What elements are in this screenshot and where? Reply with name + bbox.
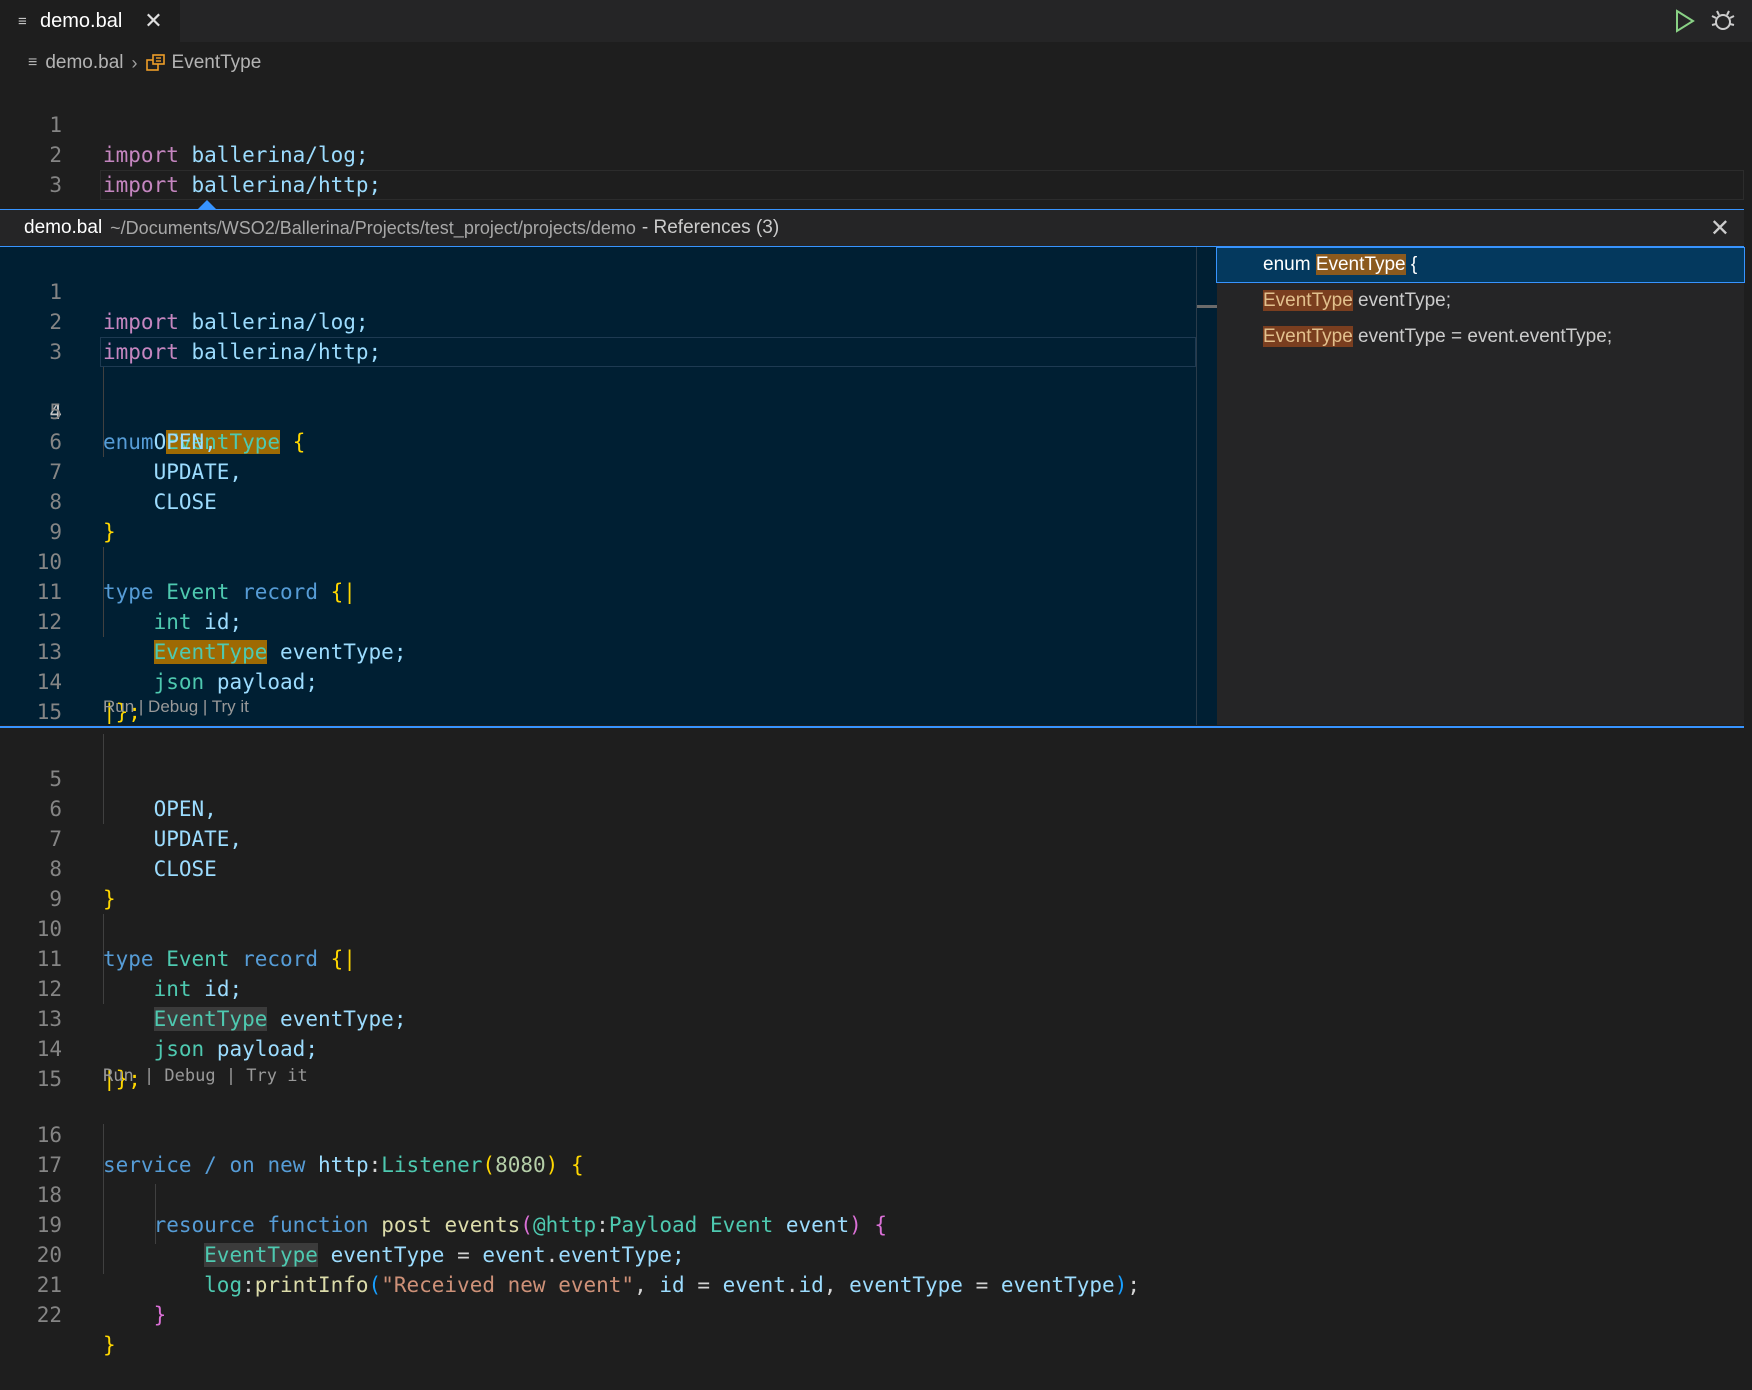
code-line: 13 json payload;	[0, 607, 1196, 694]
code-line: 8 }	[0, 457, 1196, 544]
code-line: 18 resource function post events(@http:P…	[0, 1150, 1744, 1237]
code-line: 1 import ballerina/log;	[0, 247, 1196, 334]
code-line: 3	[0, 140, 1744, 197]
code-line: 15	[0, 1034, 1744, 1091]
code-line: 9	[0, 854, 1744, 911]
code-line: 4 enum EventType {	[0, 170, 1744, 287]
current-line-highlight	[100, 337, 1196, 367]
breadcrumb-symbol[interactable]: EventType	[172, 52, 262, 74]
peek-file-path: ~/Documents/WSO2/Ballerina/Projects/test…	[110, 217, 636, 238]
editor-tab-demo-bal[interactable]: ≡ demo.bal ✕	[0, 0, 180, 42]
code-line: 6 UPDATE,	[0, 397, 1196, 484]
code-line: 6 UPDATE,	[0, 764, 1744, 851]
code-line: 15	[0, 667, 1196, 724]
reference-item[interactable]: EventType eventType;	[1217, 284, 1744, 318]
reference-match: EventType	[1263, 290, 1353, 311]
close-icon[interactable]: ✕	[1710, 214, 1730, 243]
breadcrumb-separator: ›	[131, 52, 138, 73]
line-number: 22	[36, 1303, 62, 1327]
codelens[interactable]: Run | Debug | Try it	[103, 697, 249, 717]
code-line: 7 CLOSE	[0, 794, 1744, 881]
play-icon[interactable]	[1670, 7, 1698, 35]
code-line: 20 log:printInfo("Received new event", i…	[0, 1210, 1744, 1297]
code-line: 17	[0, 1120, 1744, 1177]
reference-item[interactable]: enum EventType {	[1216, 247, 1745, 283]
code-line: 9	[0, 487, 1196, 544]
indent-guide	[103, 914, 104, 1004]
code-line: 12 EventType eventType;	[0, 577, 1196, 664]
code-line: 7 CLOSE	[0, 427, 1196, 514]
debug-icon[interactable]	[1708, 6, 1738, 36]
tab-bar: ≡ demo.bal ✕	[0, 0, 1752, 42]
peek-references-count: - References (3)	[641, 217, 780, 238]
code-line: 10 type Event record {|	[0, 517, 1196, 604]
codelens-row: Run | Debug | Try it	[0, 1064, 1744, 1090]
code-line: 1 import ballerina/log;	[0, 80, 1744, 167]
line-number: 15	[36, 700, 62, 724]
reference-text: eventType = event.eventType;	[1352, 326, 1613, 347]
code-line: 5 OPEN,	[0, 734, 1744, 821]
code-line: 2 import ballerina/http;	[0, 277, 1196, 364]
token: }	[103, 1333, 116, 1357]
current-line-highlight	[100, 170, 1744, 200]
code-line: 10 type Event record {|	[0, 884, 1744, 971]
code-line: 2 import ballerina/http;	[0, 110, 1744, 197]
indent-guide	[103, 547, 104, 637]
peek-sash[interactable]	[1196, 247, 1218, 725]
enum-icon	[145, 54, 165, 71]
code-line: 19 EventType eventType = event.eventType…	[0, 1180, 1744, 1267]
peek-file-name[interactable]: demo.bal	[24, 217, 102, 239]
file-lines-icon: ≡	[18, 12, 27, 30]
code-line: 3	[0, 307, 1196, 364]
code-line: 8 }	[0, 824, 1744, 911]
code-line: 13 json payload;	[0, 974, 1744, 1061]
close-icon[interactable]: ✕	[144, 8, 162, 34]
reference-match: EventType	[1263, 326, 1353, 347]
reference-text: eventType;	[1352, 290, 1452, 311]
reference-text: {	[1405, 254, 1418, 275]
peek-border	[0, 726, 1744, 728]
tab-title: demo.bal	[40, 9, 123, 32]
code-line: 5 OPEN,	[0, 367, 1196, 454]
reference-text: enum	[1263, 254, 1316, 275]
breadcrumb: ≡ demo.bal › EventType	[28, 50, 261, 76]
code-line: 4 enum EventType {	[0, 337, 1196, 454]
code-line: 11 int id;	[0, 547, 1196, 634]
indent-guide	[103, 1124, 104, 1274]
code-line: 14 |};	[0, 1004, 1744, 1091]
code-line: 22 }	[0, 1270, 1744, 1357]
code-line: 12 EventType eventType;	[0, 944, 1744, 1031]
peek-editor[interactable]: 1 import ballerina/log; 2 import balleri…	[0, 247, 1196, 725]
code-line: 11 int id;	[0, 914, 1744, 1001]
editor-bottom[interactable]: 5 OPEN, 6 UPDATE, 7 CLOSE 8 } 9 10 type …	[0, 734, 1744, 1357]
scrollbar-marker	[1197, 305, 1217, 308]
code-line: 21 }	[0, 1240, 1744, 1327]
file-lines-icon: ≡	[28, 54, 38, 71]
editor-top[interactable]: 1 import ballerina/log; 2 import balleri…	[0, 80, 1744, 287]
token: }	[153, 1303, 167, 1327]
indent-guide	[103, 367, 104, 457]
indent-guide	[103, 734, 104, 824]
code-line: 16 service / on new http:Listener(8080) …	[0, 1090, 1744, 1177]
indent-guide	[155, 1184, 156, 1244]
peek-references-list[interactable]: enum EventType { EventType eventType; Ev…	[1216, 247, 1745, 725]
codelens[interactable]: Run | Debug | Try it	[103, 1066, 308, 1086]
code-line: 14 |};	[0, 637, 1196, 724]
reference-item[interactable]: EventType eventType = event.eventType;	[1217, 320, 1744, 354]
breadcrumb-file[interactable]: demo.bal	[45, 52, 123, 74]
reference-match: EventType	[1315, 254, 1406, 275]
peek-header: demo.bal ~/Documents/WSO2/Ballerina/Proj…	[0, 210, 1744, 247]
